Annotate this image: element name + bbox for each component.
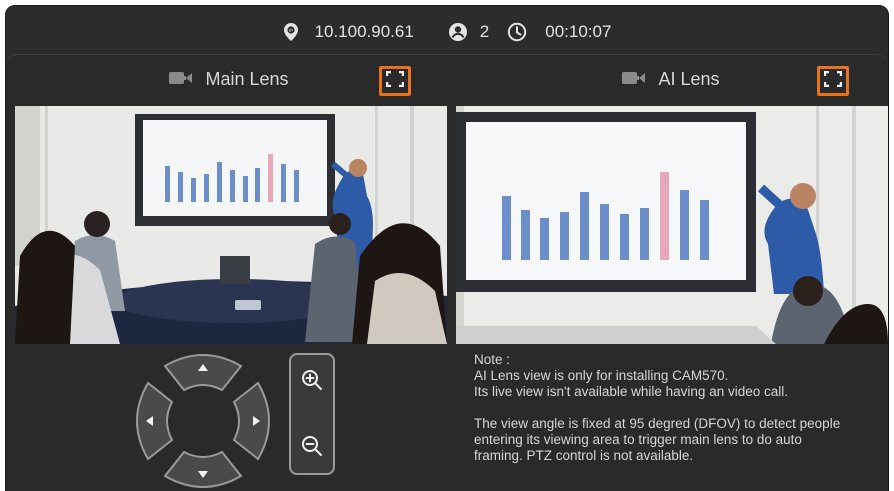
zoom-out-icon bbox=[301, 435, 323, 462]
elapsed-time: 00:10:07 bbox=[545, 22, 612, 41]
location-ip-icon: IP bbox=[283, 22, 299, 42]
svg-text:IP: IP bbox=[288, 28, 292, 33]
meeting-room-image bbox=[15, 106, 447, 344]
ai-lens-fullscreen-button[interactable] bbox=[817, 66, 849, 96]
fullscreen-icon bbox=[385, 70, 405, 92]
note-heading: Note : bbox=[474, 352, 511, 367]
zoom-in-icon bbox=[301, 369, 323, 396]
tilt-up-button[interactable] bbox=[163, 354, 243, 392]
user-icon bbox=[448, 22, 468, 42]
clock-icon bbox=[507, 22, 527, 42]
participants-info: 2 bbox=[448, 22, 489, 42]
ai-lens-image bbox=[456, 106, 888, 344]
status-bar: IP 10.100.90.61 2 00:10:07 bbox=[6, 6, 888, 58]
zoom-control bbox=[289, 353, 335, 475]
ip-address: 10.100.90.61 bbox=[314, 22, 414, 41]
zoom-out-button[interactable] bbox=[291, 427, 333, 469]
participant-count: 2 bbox=[479, 22, 490, 41]
pan-left-button[interactable] bbox=[136, 381, 174, 461]
pan-tilt-dpad bbox=[134, 352, 272, 490]
note-line: The view angle is fixed at 95 degred (DF… bbox=[474, 416, 841, 431]
camera-icon bbox=[169, 69, 193, 90]
ai-lens-video-feed bbox=[456, 106, 888, 344]
camera-icon bbox=[622, 69, 646, 90]
pan-right-button[interactable] bbox=[232, 381, 270, 461]
note-line: Its live view isn't available while havi… bbox=[474, 384, 788, 399]
camera-control-window: IP 10.100.90.61 2 00:10:07 Main Lens AI … bbox=[5, 5, 889, 491]
note-line: entering its viewing area to trigger mai… bbox=[474, 432, 802, 447]
ip-info: IP 10.100.90.61 bbox=[283, 22, 414, 42]
zoom-in-button[interactable] bbox=[291, 361, 333, 403]
note-line: AI Lens view is only for installing CAM5… bbox=[474, 368, 729, 383]
tilt-down-button[interactable] bbox=[163, 450, 243, 488]
ai-lens-note: Note : AI Lens view is only for installi… bbox=[474, 352, 874, 464]
note-line: framing. PTZ control is not available. bbox=[474, 448, 694, 463]
ai-lens-title: AI Lens bbox=[658, 68, 720, 89]
lens-panel: Main Lens AI Lens Note: AI Lens view is… bbox=[6, 54, 888, 491]
main-lens-video-feed bbox=[15, 106, 447, 344]
main-lens-fullscreen-button[interactable] bbox=[379, 66, 411, 96]
time-info: 00:10:07 bbox=[507, 22, 611, 42]
note-spacer bbox=[474, 400, 874, 416]
fullscreen-icon bbox=[823, 70, 843, 92]
main-lens-title: Main Lens bbox=[205, 68, 289, 89]
